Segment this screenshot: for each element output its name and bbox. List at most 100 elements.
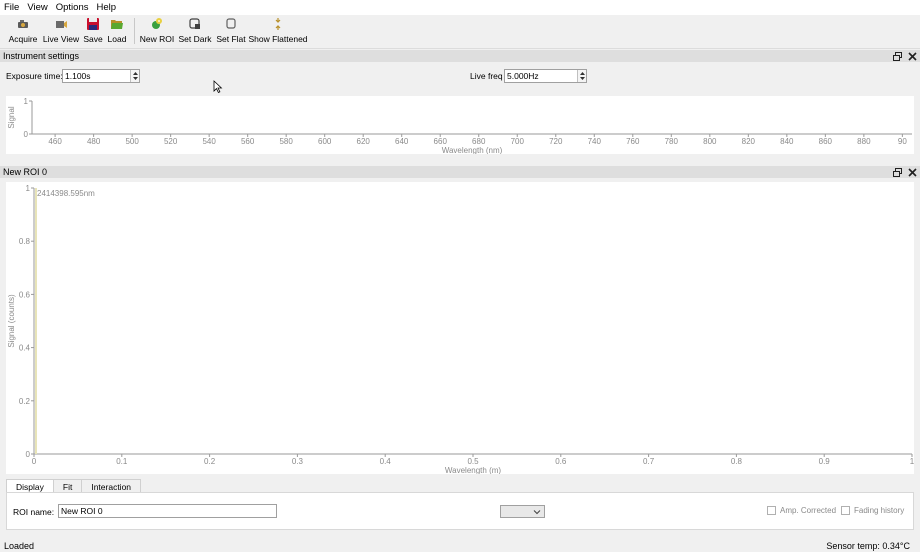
instrument-settings-row: Exposure time: 1.100s Live freq 5.000Hz bbox=[0, 64, 920, 94]
x-tick-label: 460 bbox=[48, 137, 62, 146]
wavelength-cursor-label: 2414398.595nm bbox=[37, 189, 95, 198]
exposure-time-spinbox[interactable]: 1.100s bbox=[62, 69, 140, 83]
x-tick-label: 600 bbox=[318, 137, 332, 146]
y-tick-label: 0.6 bbox=[19, 290, 31, 299]
status-message: Loaded bbox=[4, 541, 35, 551]
instrument-settings-titlebar: Instrument settings bbox=[0, 50, 920, 62]
x-tick-label: 640 bbox=[395, 137, 409, 146]
checkbox-box[interactable] bbox=[767, 506, 776, 515]
flat-frame-icon bbox=[226, 18, 236, 29]
roi-title: New ROI 0 bbox=[3, 167, 48, 177]
roi-combo-box[interactable] bbox=[500, 505, 545, 518]
x-tick-label: 540 bbox=[202, 137, 216, 146]
x-tick-label: 560 bbox=[241, 137, 255, 146]
tab-fit[interactable]: Fit bbox=[52, 479, 83, 493]
y-tick-label: 0.8 bbox=[19, 237, 31, 246]
x-tick-label: 580 bbox=[279, 137, 293, 146]
spectrum-overview-plot[interactable]: 0 1 460 480 500 520 540 560 580 600 620 640 660 680 70… bbox=[6, 96, 914, 155]
y-tick-label: 1 bbox=[24, 97, 29, 106]
x-tick-label: 0.5 bbox=[467, 457, 479, 466]
x-axis-label: Wavelength (m) bbox=[445, 466, 502, 474]
load-button[interactable]: Load bbox=[106, 15, 128, 49]
live-view-button[interactable]: Live View bbox=[43, 15, 79, 49]
live-freq-label: Live freq bbox=[470, 71, 503, 81]
y-axis-label: Signal (counts) bbox=[7, 294, 16, 348]
display-tab-pane: ROI name: New ROI 0 Amp. Corrected Fadin… bbox=[6, 492, 914, 530]
instrument-settings-title: Instrument settings bbox=[3, 51, 80, 61]
x-tick-label: 800 bbox=[703, 137, 717, 146]
roi-tabs: Display Fit Interaction bbox=[6, 479, 142, 493]
close-icon[interactable] bbox=[908, 51, 917, 61]
x-tick-label: 0.7 bbox=[643, 457, 655, 466]
x-tick-label: 840 bbox=[780, 137, 794, 146]
y-axis-label: Signal bbox=[7, 106, 16, 128]
spin-arrows[interactable] bbox=[130, 70, 139, 82]
y-tick-label: 0.4 bbox=[19, 344, 31, 353]
flatten-arrows-icon bbox=[275, 18, 281, 30]
mouse-cursor-icon bbox=[213, 80, 223, 94]
x-tick-label: 760 bbox=[626, 137, 640, 146]
spectrum-overview-chart: 0 1 460 480 500 520 540 560 580 600 620 640 660 680 70… bbox=[7, 97, 912, 155]
x-tick-label: 680 bbox=[472, 137, 486, 146]
roi-name-label: ROI name: bbox=[13, 507, 55, 517]
live-freq-spinbox[interactable]: 5.000Hz bbox=[504, 69, 587, 83]
x-tick-label: 0.1 bbox=[116, 457, 128, 466]
amp-corrected-checkbox[interactable]: Amp. Corrected bbox=[767, 506, 836, 515]
add-roi-icon bbox=[152, 18, 162, 29]
x-tick-label: 700 bbox=[511, 137, 525, 146]
menu-file[interactable]: File bbox=[0, 0, 23, 15]
x-tick-label: 620 bbox=[357, 137, 371, 146]
x-tick-label: 0.2 bbox=[204, 457, 216, 466]
roi-name-input[interactable]: New ROI 0 bbox=[58, 504, 277, 518]
new-roi-button[interactable]: New ROI bbox=[140, 15, 174, 49]
menu-view[interactable]: View bbox=[23, 0, 51, 15]
float-window-icon[interactable] bbox=[893, 51, 902, 61]
live-camera-icon bbox=[56, 21, 67, 28]
camera-icon bbox=[18, 20, 28, 28]
x-tick-label: 720 bbox=[549, 137, 563, 146]
show-flattened-button[interactable]: Show Flattened bbox=[248, 15, 308, 49]
save-button[interactable]: Save bbox=[83, 15, 103, 49]
close-icon[interactable] bbox=[908, 167, 917, 177]
dark-frame-icon bbox=[189, 18, 200, 29]
x-tick-label: 660 bbox=[434, 137, 448, 146]
spin-up-down-icon bbox=[580, 72, 585, 80]
x-tick-label: 880 bbox=[857, 137, 871, 146]
fading-history-checkbox[interactable]: Fading history bbox=[841, 506, 904, 515]
sensor-temperature: Sensor temp: 0.34°C bbox=[826, 541, 910, 551]
y-tick-label: 0 bbox=[24, 130, 29, 139]
x-tick-label: 1 bbox=[910, 457, 914, 466]
x-tick-label: 780 bbox=[665, 137, 679, 146]
set-dark-button[interactable]: Set Dark bbox=[178, 15, 212, 49]
set-flat-button[interactable]: Set Flat bbox=[216, 15, 246, 49]
x-tick-label: 820 bbox=[742, 137, 756, 146]
x-tick-label: 500 bbox=[125, 137, 139, 146]
x-tick-label: 90 bbox=[898, 137, 907, 146]
x-tick-label: 0.4 bbox=[380, 457, 392, 466]
x-tick-label: 0 bbox=[32, 457, 37, 466]
y-tick-label: 1 bbox=[26, 184, 31, 193]
float-window-icon[interactable] bbox=[893, 167, 902, 177]
x-axis-label: Wavelength (nm) bbox=[442, 146, 503, 154]
y-tick-label: 0.2 bbox=[19, 397, 31, 406]
roi-signal-plot[interactable]: 0 0.2 0.4 0.6 0.8 1 0 0.1 0.2 0.3 0.4 0.5 0.6 0.7 0.8 0… bbox=[6, 182, 915, 475]
spin-up-down-icon bbox=[133, 72, 138, 80]
folder-open-icon bbox=[111, 20, 123, 29]
checkbox-box[interactable] bbox=[841, 506, 850, 515]
spin-arrows[interactable] bbox=[577, 70, 586, 82]
x-tick-label: 0.6 bbox=[555, 457, 567, 466]
floppy-disk-icon bbox=[87, 18, 99, 30]
menu-help[interactable]: Help bbox=[92, 0, 120, 15]
tab-display[interactable]: Display bbox=[6, 479, 54, 493]
toolbar: Acquire Live View Save Load New ROI Set … bbox=[0, 15, 920, 49]
status-bar: Loaded Sensor temp: 0.34°C bbox=[0, 539, 920, 552]
acquire-button[interactable]: Acquire bbox=[9, 15, 37, 49]
x-tick-label: 860 bbox=[819, 137, 833, 146]
menu-bar: File View Options Help bbox=[0, 0, 920, 15]
tab-interaction[interactable]: Interaction bbox=[81, 479, 142, 493]
exposure-time-label: Exposure time: bbox=[6, 71, 63, 81]
roi-signal-chart: 0 0.2 0.4 0.6 0.8 1 0 0.1 0.2 0.3 0.4 0.5 0.6 0.7 0.8 0… bbox=[7, 184, 915, 475]
chevron-down-icon bbox=[533, 510, 541, 515]
menu-options[interactable]: Options bbox=[52, 0, 93, 15]
x-tick-label: 480 bbox=[87, 137, 101, 146]
